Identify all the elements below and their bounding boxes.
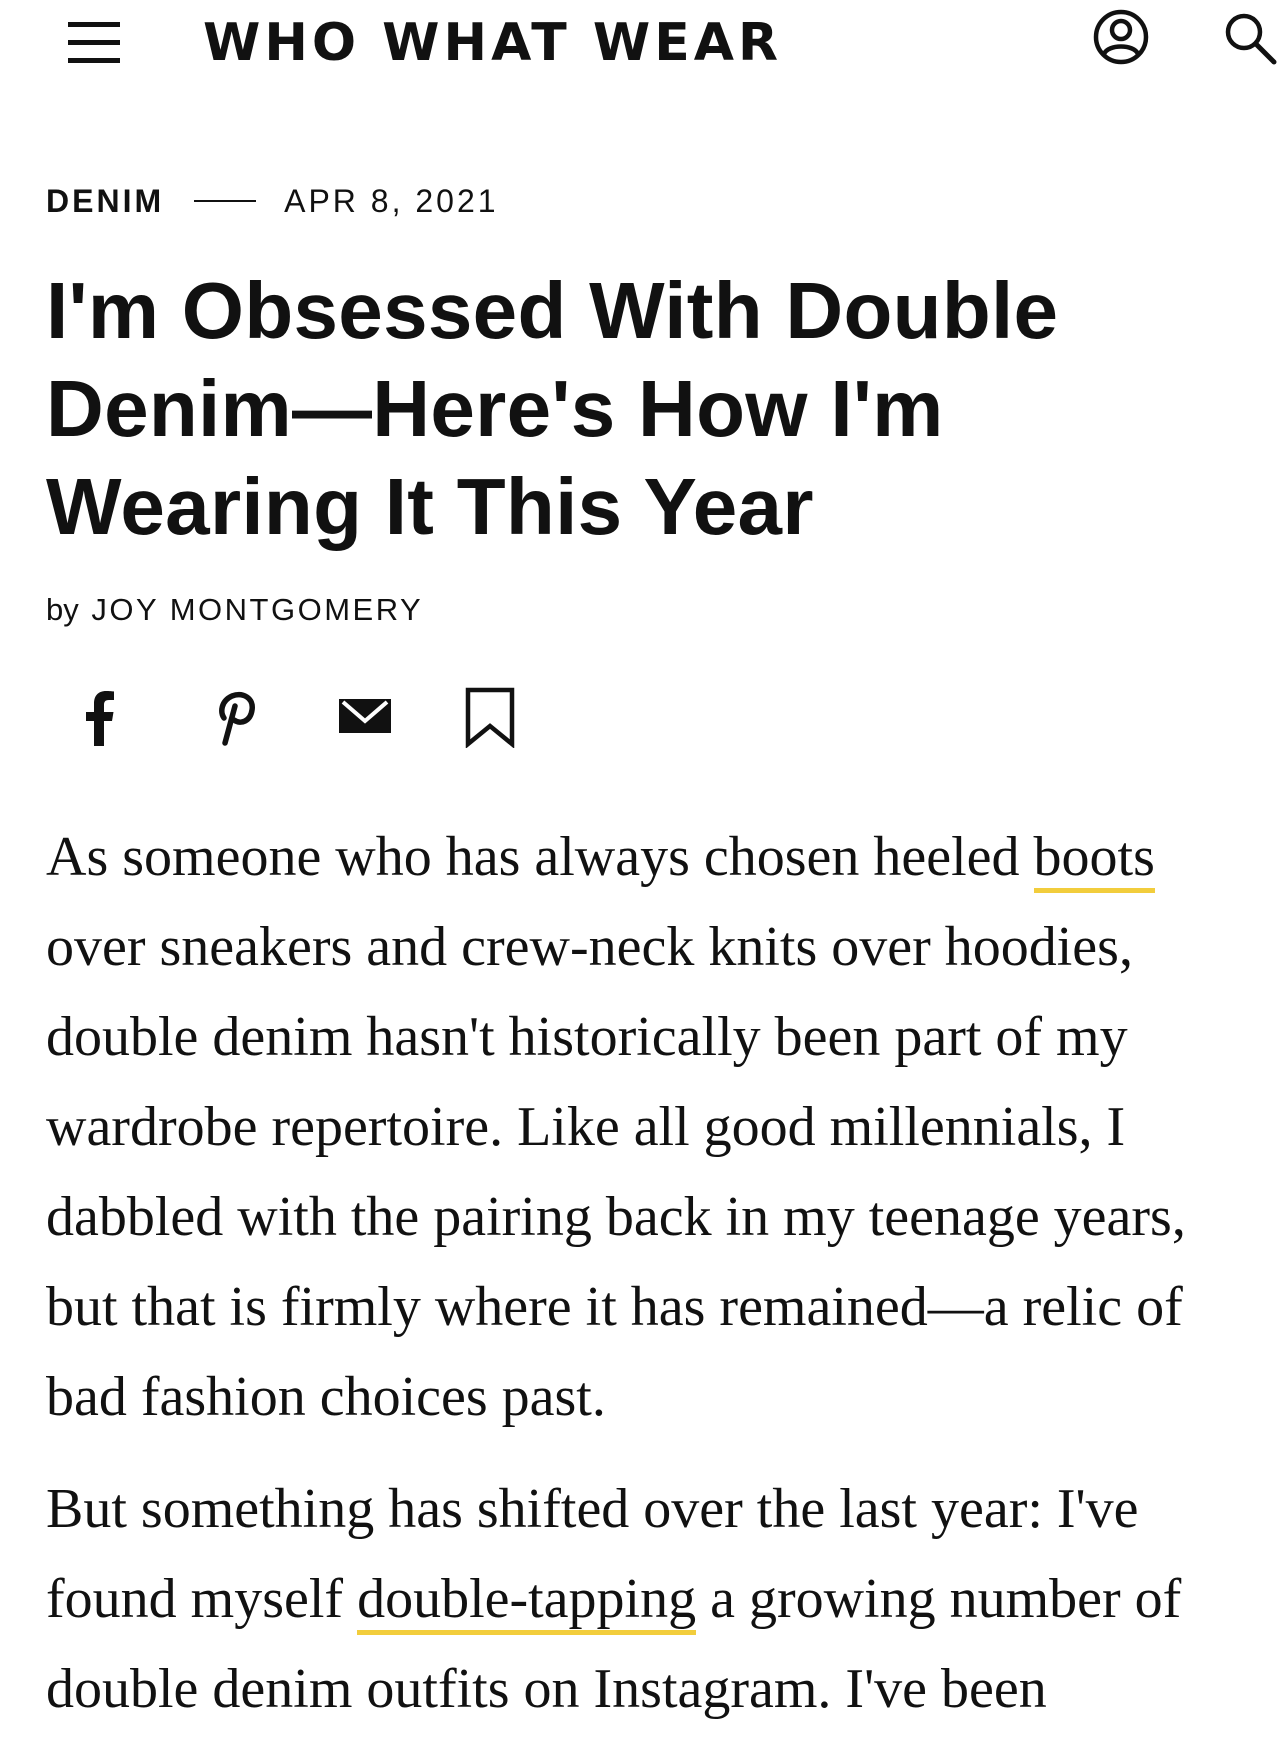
- body-paragraph: As someone who has always chosen heeled …: [46, 812, 1246, 1442]
- user-icon[interactable]: [1092, 8, 1150, 66]
- boots-link[interactable]: boots: [1033, 826, 1155, 893]
- menu-bar: [68, 22, 120, 27]
- site-logo[interactable]: WHO WHAT WEAR: [203, 8, 782, 78]
- publish-date: APR 8, 2021: [284, 182, 499, 219]
- paragraph-text: over sneakers and crew-neck knits over h…: [46, 916, 1186, 1428]
- byline-prefix: by: [46, 592, 79, 627]
- site-header: WHO WHAT WEAR: [0, 0, 1284, 80]
- author-link[interactable]: JOY MONTGOMERY: [91, 592, 423, 627]
- pinterest-icon[interactable]: [210, 688, 260, 746]
- email-icon[interactable]: [336, 694, 394, 738]
- category-link[interactable]: DENIM: [46, 183, 164, 220]
- hamburger-menu-icon[interactable]: [68, 20, 122, 66]
- meta-divider: [194, 200, 257, 202]
- body-paragraph: But something has shifted over the last …: [46, 1464, 1246, 1734]
- paragraph-text: As someone who has always chosen heeled: [46, 826, 1034, 888]
- menu-bar: [68, 40, 120, 45]
- bookmark-icon[interactable]: [464, 686, 516, 749]
- article-body: As someone who has always chosen heeled …: [46, 812, 1246, 1756]
- menu-bar: [68, 58, 120, 63]
- search-icon[interactable]: [1222, 10, 1282, 66]
- article-meta: DENIM APR 8, 2021: [46, 181, 499, 221]
- facebook-icon[interactable]: [82, 688, 116, 746]
- double-tapping-link[interactable]: double-tapping: [357, 1568, 697, 1635]
- byline: by JOY MONTGOMERY: [46, 590, 423, 630]
- article-headline: I'm Obsessed With Double Denim—Here's Ho…: [46, 266, 1059, 551]
